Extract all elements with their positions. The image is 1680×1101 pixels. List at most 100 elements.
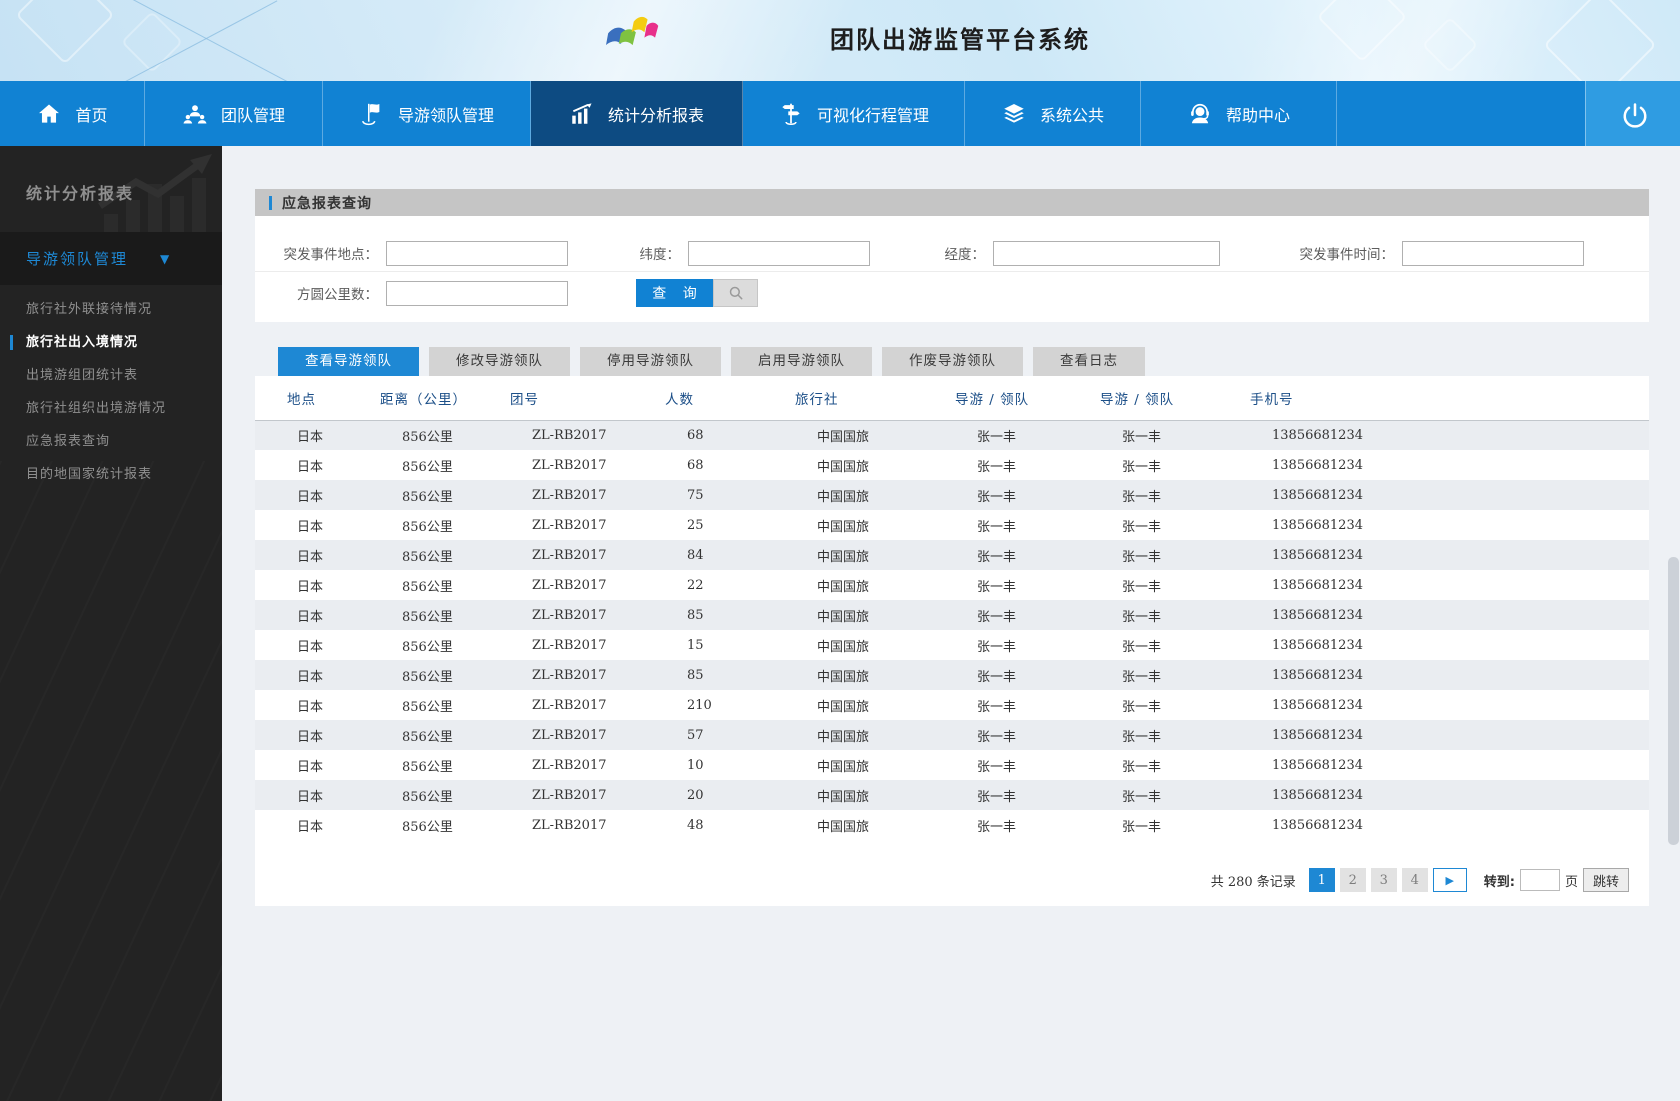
- query-button[interactable]: 查 询: [636, 279, 713, 307]
- sidebar-group-toggle[interactable]: 导游领队管理 ▼: [0, 232, 222, 285]
- table-cell: 25: [687, 517, 704, 533]
- table-cell: 13856681234: [1272, 727, 1363, 743]
- table-row: 日本 856公里 ZL-RB2017 84 中国国旅 张一丰 张一丰 13856681234: [255, 540, 1649, 570]
- table-cell: ZL-RB2017: [532, 517, 607, 533]
- table-cell: 22: [687, 577, 704, 593]
- goto-page-input[interactable]: [1519, 869, 1560, 891]
- tab[interactable]: 修改导游领队: [429, 347, 570, 376]
- table-cell: 张一丰: [1122, 699, 1162, 715]
- nav-item-label: 首页: [75, 105, 108, 125]
- sidebar-item[interactable]: 目的地国家统计报表: [0, 458, 222, 491]
- table-cell: 856公里: [402, 579, 453, 595]
- scrollbar-thumb[interactable]: [1668, 557, 1679, 845]
- table-cell: 13856681234: [1272, 457, 1363, 473]
- table-cell: 张一丰: [1122, 609, 1162, 625]
- jump-button[interactable]: 跳转: [1582, 868, 1629, 892]
- table-cell: 中国国旅: [817, 549, 870, 565]
- form-field: 方圆公里数：: [255, 280, 568, 306]
- table-cell: 张一丰: [1122, 819, 1162, 835]
- nav-item-label: 帮助中心: [1225, 105, 1290, 125]
- sidebar-item[interactable]: 出境游组团统计表: [0, 359, 222, 392]
- sidebar-item[interactable]: 应急报表查询: [0, 425, 222, 458]
- table-cell: 57: [687, 727, 704, 743]
- tab[interactable]: 作废导游领队: [882, 347, 1023, 376]
- main-nav: 首页 团队管理 导游领队管理 统计分析报表 可视化行程管理 系统公共 帮助中心: [0, 81, 1680, 146]
- table-cell: ZL-RB2017: [532, 787, 607, 803]
- table-cell: ZL-RB2017: [532, 577, 607, 593]
- field-input[interactable]: [386, 240, 568, 266]
- page-button[interactable]: 2: [1339, 868, 1366, 892]
- page-button[interactable]: 4: [1401, 868, 1428, 892]
- table-cell: 日本: [297, 459, 324, 475]
- field-input[interactable]: [386, 280, 568, 306]
- table-cell: 张一丰: [977, 729, 1017, 745]
- app-header: 团队出游监管平台系统: [0, 0, 1680, 81]
- page-button[interactable]: 1: [1308, 868, 1335, 892]
- field-label: 经度：: [944, 247, 986, 263]
- table-row: 日本 856公里 ZL-RB2017 68 中国国旅 张一丰 张一丰 13856681234: [255, 450, 1649, 480]
- table-cell: 日本: [297, 489, 324, 505]
- table-cell: ZL-RB2017: [532, 727, 607, 743]
- nav-item[interactable]: 帮助中心: [1141, 81, 1337, 146]
- table-cell: 张一丰: [977, 669, 1017, 685]
- nav-item[interactable]: 首页: [0, 81, 145, 146]
- next-page-button[interactable]: ▶: [1432, 868, 1467, 892]
- sidebar-item[interactable]: 旅行社组织出境游情况: [0, 392, 222, 425]
- tab[interactable]: 查看导游领队: [278, 347, 419, 376]
- table-cell: 13856681234: [1272, 577, 1363, 593]
- brand-logo: [606, 12, 670, 64]
- nav-item[interactable]: 团队管理: [145, 81, 323, 146]
- sidebar-item[interactable]: 旅行社外联接待情况: [0, 293, 222, 326]
- table-cell: 856公里: [402, 459, 453, 475]
- field-input[interactable]: [993, 240, 1220, 266]
- sidebar-item-label: 旅行社出入境情况: [26, 335, 139, 350]
- column-header: 人数: [645, 376, 775, 421]
- table-cell: ZL-RB2017: [532, 457, 607, 473]
- table-cell: 13856681234: [1272, 787, 1363, 803]
- tab[interactable]: 启用导游领队: [731, 347, 872, 376]
- nav-item[interactable]: 系统公共: [965, 81, 1141, 146]
- search-icon-button[interactable]: [713, 279, 758, 307]
- total-records-label: 共 280 条记录: [1210, 874, 1296, 890]
- field-input[interactable]: [1402, 240, 1584, 266]
- results-panel: 地点 距离（公里） 团号 人数 旅行社 导游 / 领队 导游 / 领队 手机号 日本 856公里…: [255, 376, 1649, 906]
- table-cell: 张一丰: [977, 639, 1017, 655]
- sidebar-item[interactable]: 旅行社出入境情况: [0, 326, 222, 359]
- table-cell: 84: [687, 547, 704, 563]
- pagination: 共 280 条记录 1234 ▶ 转到: 页 跳转: [1211, 868, 1629, 892]
- table-cell: 张一丰: [977, 789, 1017, 805]
- table-row: 日本 856公里 ZL-RB2017 20 中国国旅 张一丰 张一丰 13856681234: [255, 780, 1649, 810]
- sidebar-item-label: 旅行社组织出境游情况: [26, 401, 167, 416]
- page-buttons: 1234: [1308, 868, 1428, 892]
- sidebar-item-label: 旅行社外联接待情况: [26, 302, 153, 317]
- nav-item[interactable]: 统计分析报表: [531, 81, 743, 146]
- table-cell: 13856681234: [1272, 637, 1363, 653]
- table-row: 日本 856公里 ZL-RB2017 25 中国国旅 张一丰 张一丰 13856681234: [255, 510, 1649, 540]
- tab[interactable]: 停用导游领队: [580, 347, 721, 376]
- logout-button[interactable]: [1585, 81, 1680, 146]
- nav-item[interactable]: 导游领队管理: [323, 81, 531, 146]
- team-icon: [182, 101, 208, 127]
- table-cell: 10: [687, 757, 704, 773]
- table-cell: 日本: [297, 699, 324, 715]
- field-label: 方圆公里数：: [297, 287, 378, 303]
- field-input[interactable]: [688, 240, 870, 266]
- nav-item[interactable]: 可视化行程管理: [743, 81, 965, 146]
- column-header: 地点: [255, 376, 360, 421]
- page-button[interactable]: 3: [1370, 868, 1397, 892]
- table-cell: 中国国旅: [817, 669, 870, 685]
- form-field: 经度：: [857, 240, 1220, 266]
- page-unit-label: 页: [1564, 874, 1578, 890]
- table-cell: 中国国旅: [817, 639, 870, 655]
- tab[interactable]: 查看日志: [1033, 347, 1145, 376]
- table-cell: 日本: [297, 819, 324, 835]
- table-row: 日本 856公里 ZL-RB2017 10 中国国旅 张一丰 张一丰 13856681234: [255, 750, 1649, 780]
- header-decoration: [1543, 0, 1657, 81]
- table-cell: 210: [687, 697, 712, 713]
- table-cell: 中国国旅: [817, 789, 870, 805]
- flag-icon: [359, 101, 385, 127]
- table-cell: 中国国旅: [817, 459, 870, 475]
- table-cell: 张一丰: [1122, 729, 1162, 745]
- table-cell: ZL-RB2017: [532, 427, 607, 443]
- table-cell: 13856681234: [1272, 817, 1363, 833]
